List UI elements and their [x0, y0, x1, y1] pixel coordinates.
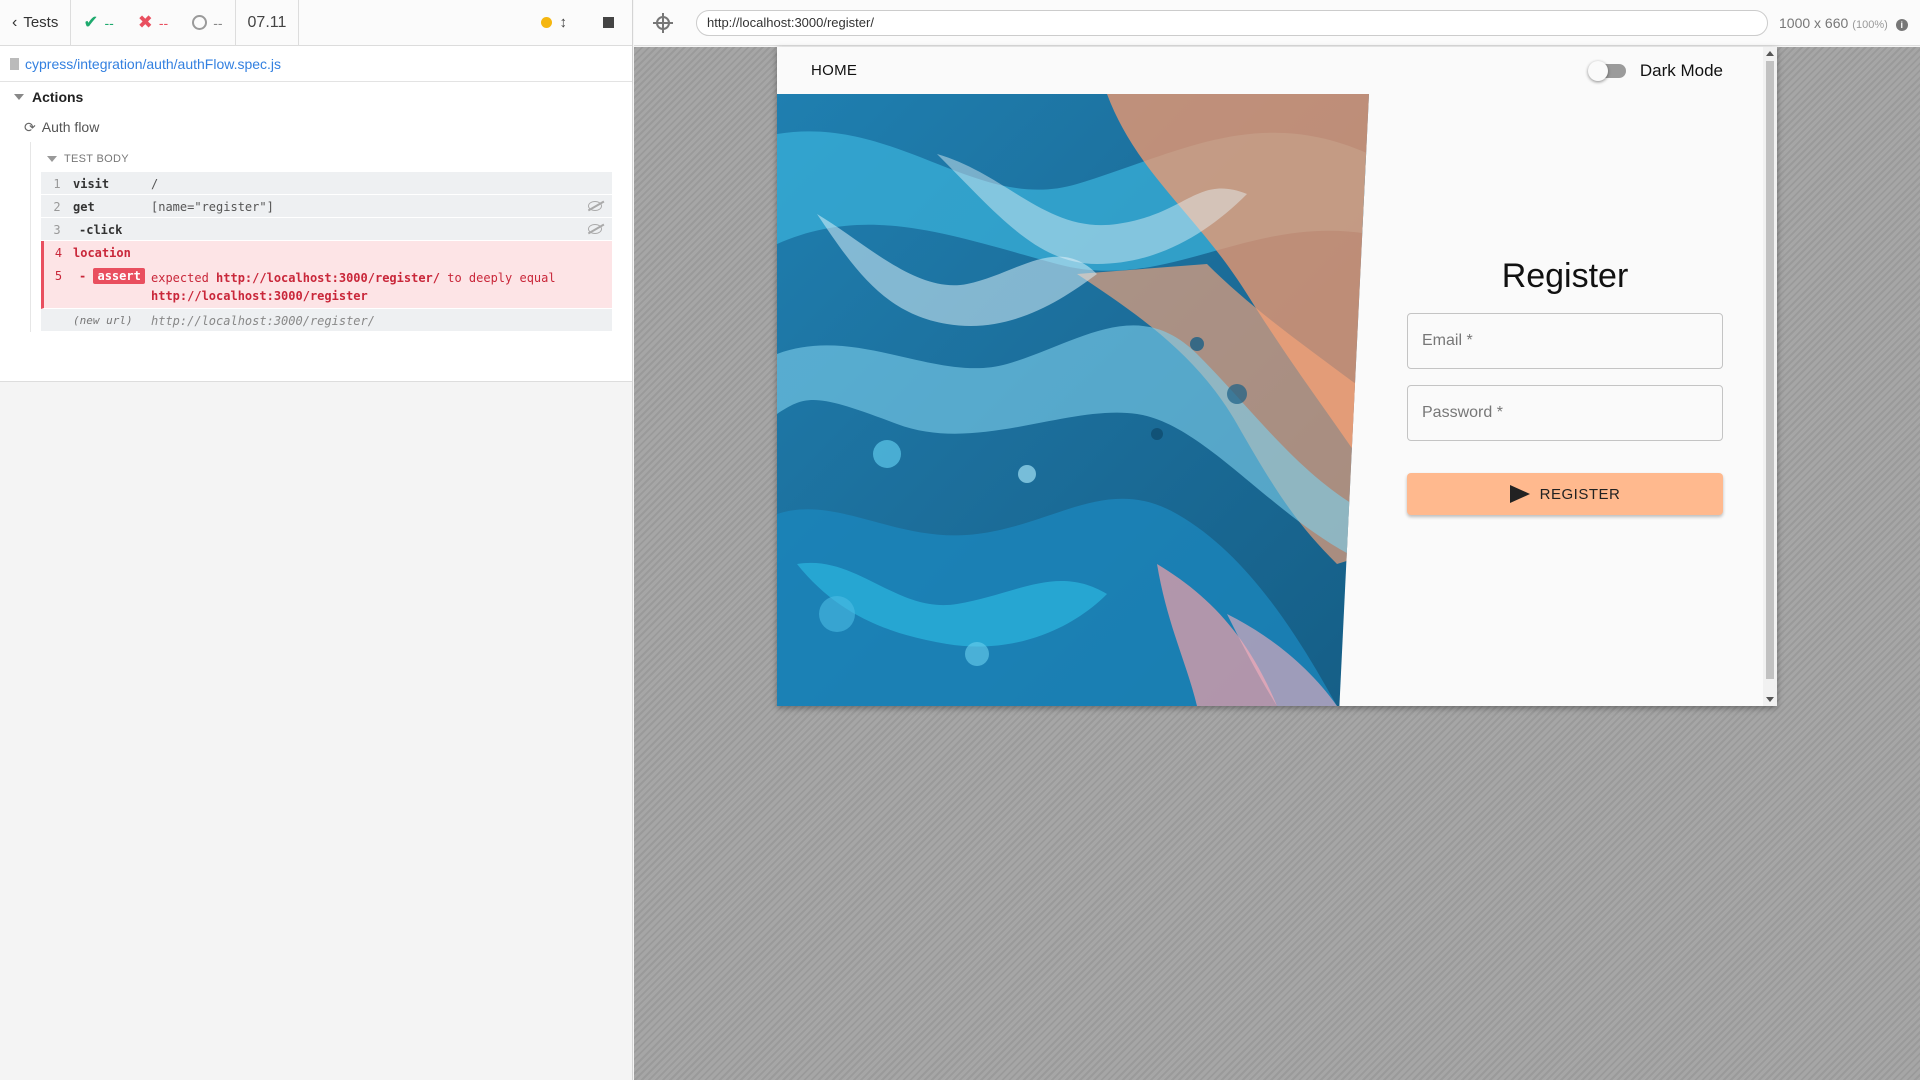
password-field[interactable]: [1407, 385, 1723, 441]
file-icon: [10, 57, 19, 70]
reporter-header: ‹ Tests ✔ -- ✖ -- -- 07.11 ↕: [0, 0, 632, 46]
scrollbar-thumb[interactable]: [1766, 61, 1774, 679]
run-duration: 07.11: [234, 0, 300, 46]
scroll-down-icon[interactable]: [1766, 697, 1774, 702]
spec-path-bar: cypress/integration/auth/authFlow.spec.j…: [0, 46, 632, 82]
check-icon: ✔: [83, 12, 99, 32]
caret-down-icon: [47, 156, 57, 162]
x-icon: ✖: [137, 12, 153, 32]
pending-count: --: [180, 0, 234, 46]
password-input[interactable]: [1422, 404, 1722, 422]
running-indicator-icon: [540, 17, 552, 28]
cypress-reporter: ‹ Tests ✔ -- ✖ -- -- 07.11 ↕ cypress/int…: [0, 0, 633, 1080]
fluid-art-image: [777, 94, 1369, 706]
runnable-panel: Actions ⟳ Auth flow TEST BODY 1 visit / …: [0, 82, 632, 382]
aut-url-bar[interactable]: http://localhost:3000/register/: [696, 9, 1768, 36]
selector-playground-icon[interactable]: [653, 12, 673, 33]
chevron-left-icon: ‹: [12, 13, 18, 31]
send-icon: [1509, 485, 1530, 503]
fluid-art-graphic: [777, 94, 1369, 706]
viewport-info: 1000 x 660 (100%) i: [1779, 15, 1908, 31]
failed-count: ✖ --: [137, 12, 169, 32]
auto-scroll-toggle-icon[interactable]: ↕: [560, 14, 568, 31]
command-name: location: [73, 246, 131, 260]
passed-count: ✔ --: [83, 12, 114, 32]
zoom-level: (100%): [1852, 18, 1888, 31]
command-name: (new url): [73, 314, 133, 327]
test-auth-flow[interactable]: ⟳ Auth flow: [0, 112, 632, 142]
switch-knob: [1587, 60, 1608, 81]
tests-back-button[interactable]: ‹ Tests: [0, 0, 72, 46]
vertical-scrollbar[interactable]: [1763, 47, 1777, 706]
command-log: 1 visit / 2 get [name="register"] 3 -cli…: [41, 172, 612, 332]
hidden-eye-icon: [588, 224, 602, 234]
test-title: Auth flow: [41, 119, 100, 135]
command-message: http://localhost:3000/register/: [151, 314, 375, 328]
test-body: TEST BODY 1 visit / 2 get [name="registe…: [30, 142, 632, 332]
app-iframe: HOME Dark Mode Register Email * REGISTER: [777, 47, 1777, 706]
command-row-failed[interactable]: 4 location: [41, 241, 612, 264]
command-row[interactable]: 1 visit /: [41, 172, 612, 195]
email-field[interactable]: [1407, 313, 1723, 369]
suite-actions[interactable]: Actions: [0, 82, 632, 112]
command-row-event[interactable]: (new url) http://localhost:3000/register…: [41, 309, 612, 332]
command-name: - assert: [73, 268, 151, 284]
aut-url: http://localhost:3000/register/: [707, 15, 874, 30]
viewport-size: 1000 x 660: [1779, 14, 1849, 31]
command-row-assert-failed[interactable]: 5 - assert expected http://localhost:300…: [41, 264, 612, 309]
scroll-up-icon[interactable]: [1766, 51, 1774, 56]
expected-value: http://localhost:3000/register/: [216, 271, 440, 285]
caret-down-icon: [14, 94, 24, 100]
actual-value: http://localhost:3000/register: [151, 289, 368, 303]
info-icon[interactable]: i: [1895, 18, 1908, 31]
command-name: visit: [73, 177, 110, 191]
hidden-eye-icon: [588, 201, 602, 211]
aut-header: http://localhost:3000/register/ 1000 x 6…: [634, 0, 1920, 46]
dark-mode-label: Dark Mode: [1639, 60, 1723, 80]
stop-icon[interactable]: [603, 17, 614, 28]
home-link[interactable]: HOME: [811, 62, 857, 79]
command-row[interactable]: 2 get [name="register"]: [41, 195, 612, 218]
command-message: /: [151, 177, 159, 191]
test-body-label: TEST BODY: [64, 153, 129, 165]
app-navbar: HOME Dark Mode: [777, 47, 1777, 94]
assert-badge: assert: [93, 268, 145, 284]
refresh-icon: ⟳: [24, 118, 36, 135]
assertion-message: expected http://localhost:3000/register/…: [151, 271, 556, 303]
command-name: get: [73, 200, 95, 214]
command-message: [name="register"]: [151, 200, 274, 214]
register-title: Register: [1501, 257, 1629, 295]
circle-icon: [192, 15, 208, 30]
test-body-toggle[interactable]: TEST BODY: [31, 150, 632, 168]
tests-label: Tests: [23, 14, 59, 31]
register-button[interactable]: REGISTER: [1407, 473, 1723, 515]
email-input[interactable]: [1422, 332, 1722, 350]
dark-mode-control: Dark Mode: [1587, 60, 1723, 81]
register-form: Register REGISTER: [1407, 257, 1723, 515]
command-name: -click: [79, 223, 123, 237]
spec-path-link[interactable]: cypress/integration/auth/authFlow.spec.j…: [25, 56, 281, 72]
command-row[interactable]: 3 -click: [41, 218, 612, 241]
dark-mode-switch[interactable]: [1587, 60, 1626, 81]
suite-title: Actions: [32, 89, 84, 105]
register-button-label: REGISTER: [1539, 485, 1621, 503]
